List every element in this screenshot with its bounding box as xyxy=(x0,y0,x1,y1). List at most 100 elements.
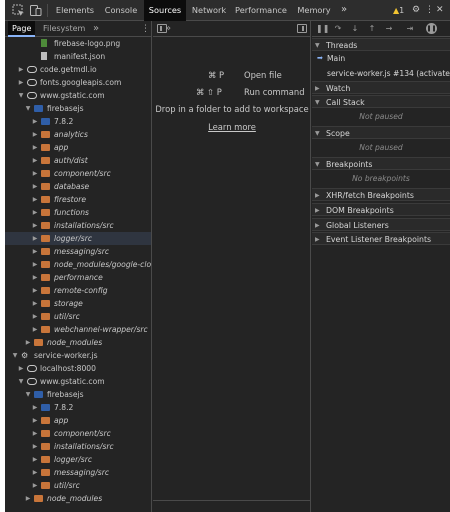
tree-item[interactable]: ▶ util/src xyxy=(5,479,151,492)
tree-item[interactable]: ▶ firestore xyxy=(5,193,151,206)
tree-item[interactable]: ▼ ⚙ service-worker.js xyxy=(5,349,151,362)
tree-item[interactable]: manifest.json xyxy=(5,50,151,63)
collapsed-arrow-icon[interactable]: ▶ xyxy=(24,336,32,349)
collapsed-arrow-icon[interactable]: ▶ xyxy=(31,466,39,479)
tree-item[interactable]: ▶ logger/src xyxy=(5,453,151,466)
tree-item[interactable]: ▶ installations/src xyxy=(5,219,151,232)
call-stack-section-header[interactable]: ▼ Call Stack xyxy=(312,95,450,108)
tree-item[interactable]: ▶ storage xyxy=(5,297,151,310)
tree-item[interactable]: ▶ messaging/src xyxy=(5,245,151,258)
collapsed-arrow-icon[interactable]: ▶ xyxy=(31,154,39,167)
tree-item[interactable]: ▼ www.gstatic.com xyxy=(5,89,151,102)
tab-sources[interactable]: Sources xyxy=(144,0,186,21)
more-navigator-tabs-icon[interactable]: » xyxy=(93,21,99,36)
expanded-arrow-icon[interactable]: ▼ xyxy=(11,349,19,362)
tree-item[interactable]: ▶ remote-config xyxy=(5,284,151,297)
tree-item[interactable]: firebase-logo.png xyxy=(5,37,151,50)
step-into-icon[interactable]: ↓ xyxy=(350,24,360,34)
tree-item[interactable]: ▶ component/src xyxy=(5,167,151,180)
collapsed-arrow-icon[interactable]: ▶ xyxy=(31,440,39,453)
tree-item[interactable]: ▶ component/src xyxy=(5,427,151,440)
tree-item[interactable]: ▼ firebasejs xyxy=(5,102,151,115)
collapsed-arrow-icon[interactable]: ▶ xyxy=(31,206,39,219)
tab-network[interactable]: Network xyxy=(189,0,229,21)
pause-on-exceptions-icon[interactable]: ❚❚ xyxy=(426,23,437,34)
collapsed-arrow-icon[interactable]: ▶ xyxy=(31,427,39,440)
collapsed-arrow-icon[interactable]: ▶ xyxy=(31,310,39,323)
tree-item[interactable]: ▶ util/src xyxy=(5,310,151,323)
tree-item[interactable]: ▼ www.gstatic.com xyxy=(5,375,151,388)
deactivate-breakpoints-icon[interactable]: ⇥ xyxy=(405,24,415,34)
collapsed-arrow-icon[interactable]: ▶ xyxy=(17,63,25,76)
tree-item[interactable]: ▶ analytics xyxy=(5,128,151,141)
breakpoints-section-header[interactable]: ▼ Breakpoints xyxy=(312,157,450,170)
learn-more-link[interactable]: Learn more xyxy=(153,122,311,132)
tree-item[interactable]: ▶ functions xyxy=(5,206,151,219)
thread-service-worker[interactable]: service-worker.js #134 (activated) xyxy=(312,67,450,80)
navigator-menu-icon[interactable]: ⋮ xyxy=(141,21,150,37)
tree-item[interactable]: ▶ 7.8.2 xyxy=(5,401,151,414)
tree-item[interactable]: ▼ firebasejs xyxy=(5,388,151,401)
tree-item[interactable]: ▶ messaging/src xyxy=(5,466,151,479)
more-tabs-icon[interactable]: » xyxy=(341,0,347,21)
thread-main[interactable]: ➡ Main xyxy=(312,52,450,65)
xhr-breakpoints-section-header[interactable]: ▶ XHR/fetch Breakpoints xyxy=(312,188,450,201)
collapsed-arrow-icon[interactable]: ▶ xyxy=(31,271,39,284)
collapsed-arrow-icon[interactable]: ▶ xyxy=(31,193,39,206)
event-listener-breakpoints-section-header[interactable]: ▶ Event Listener Breakpoints xyxy=(312,232,450,245)
tab-filesystem[interactable]: Filesystem xyxy=(39,21,89,37)
tree-item[interactable]: ▶ installations/src xyxy=(5,440,151,453)
close-icon[interactable]: ✕ xyxy=(436,0,444,21)
collapsed-arrow-icon[interactable]: ▶ xyxy=(31,115,39,128)
tree-item[interactable]: ▶ app xyxy=(5,141,151,154)
tree-item[interactable]: ▶ performance xyxy=(5,271,151,284)
scope-section-header[interactable]: ▼ Scope xyxy=(312,126,450,139)
threads-section-header[interactable]: ▼ Threads xyxy=(312,38,450,51)
expanded-arrow-icon[interactable]: ▼ xyxy=(17,375,25,388)
collapsed-arrow-icon[interactable]: ▶ xyxy=(31,180,39,193)
tree-item[interactable]: ▶ code.getmdl.io xyxy=(5,63,151,76)
collapsed-arrow-icon[interactable]: ▶ xyxy=(31,245,39,258)
pause-icon[interactable]: ❚❚ xyxy=(316,24,329,34)
collapsed-arrow-icon[interactable]: ▶ xyxy=(31,219,39,232)
tab-elements[interactable]: Elements xyxy=(52,0,98,21)
collapsed-arrow-icon[interactable]: ▶ xyxy=(31,232,39,245)
tree-item[interactable]: ▶ database xyxy=(5,180,151,193)
tab-console[interactable]: Console xyxy=(100,0,142,21)
customize-menu-icon[interactable]: ⋮ xyxy=(425,0,434,21)
tree-item[interactable]: ▶ webchannel-wrapper/src xyxy=(5,323,151,336)
more-editor-tabs-icon[interactable]: » xyxy=(165,21,171,36)
tree-item[interactable]: ▶ localhost:8000 xyxy=(5,362,151,375)
toggle-debugger-icon[interactable] xyxy=(297,24,307,33)
collapsed-arrow-icon[interactable]: ▶ xyxy=(31,141,39,154)
tree-item[interactable]: ▶ node_modules xyxy=(5,336,151,349)
collapsed-arrow-icon[interactable]: ▶ xyxy=(31,401,39,414)
collapsed-arrow-icon[interactable]: ▶ xyxy=(31,323,39,336)
tab-performance[interactable]: Performance xyxy=(233,0,289,21)
step-over-icon[interactable]: ↷ xyxy=(333,24,343,34)
watch-section-header[interactable]: ▶ Watch xyxy=(312,81,450,94)
inspect-icon[interactable] xyxy=(12,4,25,17)
tree-item[interactable]: ▶ node_modules xyxy=(5,492,151,505)
tree-item[interactable]: ▶ app xyxy=(5,414,151,427)
collapsed-arrow-icon[interactable]: ▶ xyxy=(31,128,39,141)
collapsed-arrow-icon[interactable]: ▶ xyxy=(17,362,25,375)
collapsed-arrow-icon[interactable]: ▶ xyxy=(31,284,39,297)
step-out-icon[interactable]: ↑ xyxy=(367,24,377,34)
tab-memory[interactable]: Memory xyxy=(295,0,333,21)
collapsed-arrow-icon[interactable]: ▶ xyxy=(31,258,39,271)
tree-item[interactable]: ▶ fonts.googleapis.com xyxy=(5,76,151,89)
expanded-arrow-icon[interactable]: ▼ xyxy=(24,388,32,401)
collapsed-arrow-icon[interactable]: ▶ xyxy=(31,453,39,466)
tree-item[interactable]: ▶ node_modules/google-clo xyxy=(5,258,151,271)
settings-icon[interactable]: ⚙ xyxy=(412,0,420,21)
tab-page[interactable]: Page xyxy=(8,21,36,37)
collapsed-arrow-icon[interactable]: ▶ xyxy=(31,414,39,427)
collapsed-arrow-icon[interactable]: ▶ xyxy=(31,297,39,310)
warnings-counter[interactable]: ▲1 xyxy=(393,0,404,21)
dom-breakpoints-section-header[interactable]: ▶ DOM Breakpoints xyxy=(312,203,450,216)
collapsed-arrow-icon[interactable]: ▶ xyxy=(31,479,39,492)
tree-item[interactable]: ▶ 7.8.2 xyxy=(5,115,151,128)
collapsed-arrow-icon[interactable]: ▶ xyxy=(24,492,32,505)
collapsed-arrow-icon[interactable]: ▶ xyxy=(17,76,25,89)
